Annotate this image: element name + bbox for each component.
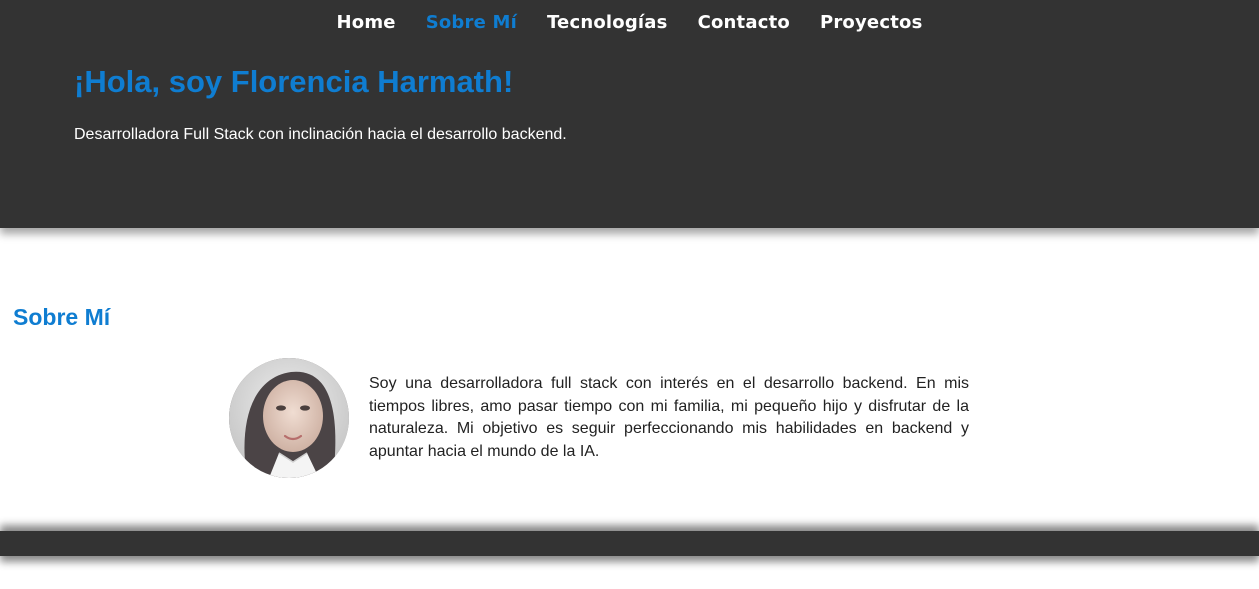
about-description: Soy una desarrolladora full stack con in… xyxy=(369,375,969,460)
profile-photo xyxy=(229,358,349,478)
profile-photo-illustration xyxy=(229,358,349,478)
nav-link-home[interactable]: Home xyxy=(337,12,396,33)
hero-title: ¡Hola, soy Florencia Harmath! xyxy=(74,64,514,99)
nav-link-tecnologias[interactable]: Tecnologías xyxy=(547,12,668,33)
nav-link-proyectos[interactable]: Proyectos xyxy=(820,12,923,33)
about-heading: Sobre Mí xyxy=(13,304,111,330)
hero-subtitle: Desarrolladora Full Stack con inclinació… xyxy=(74,126,567,143)
page: Home Sobre Mí Tecnologías Contacto Proye… xyxy=(0,0,1259,589)
nav-link-sobre-mi[interactable]: Sobre Mí xyxy=(426,12,517,33)
nav-link-contacto[interactable]: Contacto xyxy=(698,12,790,33)
footer-band xyxy=(0,531,1259,556)
main-nav: Home Sobre Mí Tecnologías Contacto Proye… xyxy=(0,12,1259,33)
hero-header: Home Sobre Mí Tecnologías Contacto Proye… xyxy=(0,0,1259,228)
